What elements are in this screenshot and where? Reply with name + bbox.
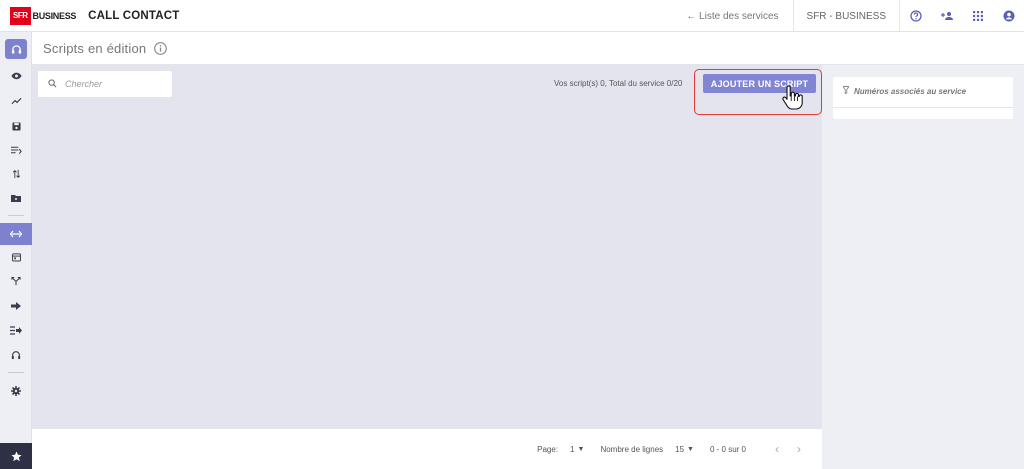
calendar-icon[interactable] (0, 246, 32, 268)
trend-icon[interactable] (0, 90, 32, 112)
search-icon (48, 75, 57, 93)
page-range: 0 - 0 sur 0 (709, 444, 746, 454)
scripts-list-area: Chercher Vos script(s) 0, Total du servi… (32, 65, 822, 429)
previous-page-icon[interactable]: ‹ (766, 442, 788, 456)
sidebar-divider (8, 372, 24, 373)
queue-icon[interactable] (0, 139, 32, 161)
service-numbers-card: Numéros associés au service (833, 77, 1013, 119)
users-icon[interactable] (931, 0, 962, 32)
filter-icon (842, 86, 854, 96)
next-page-icon[interactable]: › (788, 442, 810, 456)
chevron-down-icon[interactable]: ▼ (578, 446, 585, 453)
eye-icon[interactable] (0, 65, 32, 87)
save-icon[interactable] (0, 115, 32, 137)
sidebar-divider (8, 215, 24, 216)
queue-forward-icon[interactable] (0, 319, 32, 341)
search-input[interactable]: Chercher (38, 71, 172, 97)
right-panel: Numéros associés au service (822, 65, 1024, 469)
forward-icon[interactable] (0, 295, 32, 317)
routing-icon[interactable] (0, 270, 32, 292)
logo-business: BUSINESS (32, 10, 77, 21)
page-select[interactable]: 1 (570, 445, 574, 454)
service-numbers-title: Numéros associés au service (854, 86, 967, 96)
app-title: CALL CONTACT (88, 9, 180, 22)
page-label: Page: (537, 444, 559, 454)
transfer-icon[interactable] (0, 163, 32, 185)
apps-grid-icon[interactable] (962, 0, 993, 32)
scripts-icon[interactable] (0, 223, 32, 245)
rows-select[interactable]: 15 (675, 445, 684, 454)
account-icon[interactable] (993, 0, 1024, 32)
logo-sfr: SFR (10, 6, 31, 25)
script-count: Vos script(s) 0, Total du service 0/20 (554, 79, 683, 88)
card-divider (833, 107, 1013, 108)
top-right-controls: ← Liste des services SFR - BUSINESS (672, 0, 1024, 32)
back-to-services-link[interactable]: ← Liste des services (672, 0, 794, 32)
settings-icon[interactable] (0, 380, 32, 402)
headset-icon[interactable] (5, 39, 27, 59)
page-header: Scripts en édition (32, 32, 1024, 65)
hand-cursor-icon (781, 85, 803, 116)
chevron-down-icon[interactable]: ▼ (687, 446, 694, 453)
service-numbers-header[interactable]: Numéros associés au service (842, 86, 967, 96)
sidebar (0, 32, 32, 469)
sfr-business-logo[interactable]: SFR BUSINESS (10, 6, 77, 25)
page-title: Scripts en édition (43, 40, 147, 56)
help-icon[interactable] (900, 0, 931, 32)
account-name[interactable]: SFR - BUSINESS (794, 0, 900, 32)
star-icon[interactable] (0, 443, 32, 469)
pagination-bar: Page: 1 ▼ Nombre de lignes 15 ▼ 0 - 0 su… (32, 429, 822, 469)
top-bar: SFR BUSINESS CALL CONTACT ← Liste des se… (0, 0, 1024, 32)
headphones-icon[interactable] (0, 344, 32, 366)
rows-label: Nombre de lignes (600, 444, 664, 454)
info-icon[interactable] (154, 41, 168, 55)
search-placeholder: Chercher (65, 79, 103, 89)
folder-icon[interactable] (0, 187, 32, 209)
